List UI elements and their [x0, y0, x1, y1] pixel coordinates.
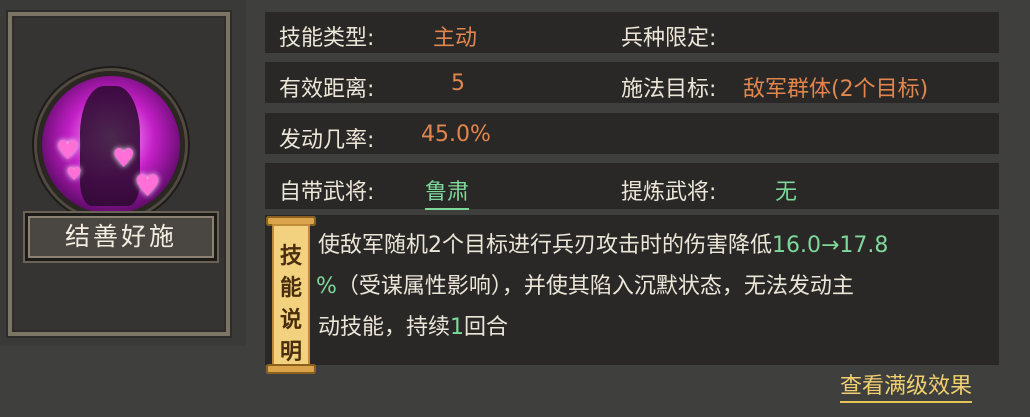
damage-reduction-unit: %: [316, 274, 337, 299]
heart-icon: ♥: [56, 136, 80, 166]
info-row-type: 技能类型: 主动 兵种限定:: [265, 12, 999, 53]
scroll-char: 明: [279, 340, 302, 365]
info-row-chance: 发动几率: 45.0%: [265, 113, 999, 154]
scroll-char: 说: [279, 308, 302, 333]
info-row-generals: 自带武将: 鲁肃 提炼武将: 无: [265, 163, 999, 210]
skill-type-value: 主动: [433, 26, 478, 51]
range-label: 有效距离:: [279, 77, 375, 102]
skill-description-scroll-icon: 技 能 说 明: [266, 216, 316, 376]
heart-icon: ♥: [112, 144, 136, 174]
troop-limit-label: 兵种限定:: [621, 26, 717, 51]
skill-name: 结善好施: [25, 213, 217, 261]
skill-card: ♥ ♥ ♥ ♥ 结善好施: [0, 0, 246, 346]
heart-icon: ♥: [134, 169, 161, 204]
chance-label: 发动几率:: [279, 128, 375, 153]
own-general-link[interactable]: 鲁肃: [425, 174, 470, 210]
chance-value: 45.0%: [421, 122, 491, 147]
refine-general-value: 无: [775, 180, 798, 205]
duration-value: 1: [450, 315, 465, 340]
heart-icon: ♥: [66, 164, 83, 185]
damage-reduction-value: 16.0→17.8: [772, 233, 889, 258]
refine-general-label: 提炼武将:: [621, 180, 717, 205]
skill-type-label: 技能类型:: [279, 26, 375, 51]
target-label: 施法目标:: [621, 77, 717, 102]
description-text: （受谋属性影响），并使其陷入沉默状态，无法发动主: [336, 274, 854, 299]
info-row-range: 有效距离: 5 施法目标: 敌军群体(2个目标): [265, 62, 999, 103]
own-general-label: 自带武将:: [279, 180, 375, 205]
description-text: 使敌军随机2个目标进行兵刃攻击时的伤害降低: [318, 233, 772, 258]
scroll-char: 技: [279, 244, 302, 269]
target-value: 敌军群体(2个目标): [743, 77, 929, 102]
range-value: 5: [451, 71, 465, 96]
description-text: 回合: [464, 315, 509, 340]
description-text: 动技能，持续: [318, 315, 451, 340]
heart-charm-skill-icon[interactable]: ♥ ♥ ♥ ♥: [37, 71, 185, 219]
scroll-char: 能: [279, 276, 302, 301]
skill-description: 使敌军随机2个目标进行兵刃攻击时的伤害降低16.0→17.8 %（受谋属性影响）…: [316, 225, 998, 348]
view-max-level-button[interactable]: 查看满级效果: [840, 373, 973, 403]
